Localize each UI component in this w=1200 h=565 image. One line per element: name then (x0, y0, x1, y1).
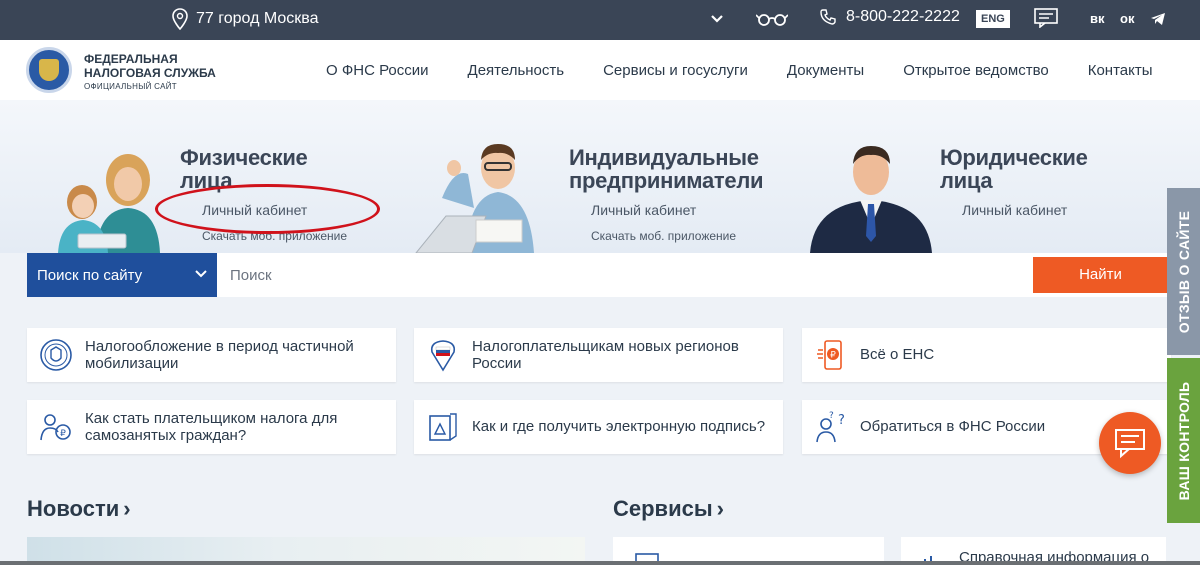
entrepreneurs-mobile-app-link[interactable]: Скачать моб. приложение (591, 229, 736, 243)
quick-link-text: Налогообложение в период частичной мобил… (85, 338, 354, 372)
region-selector[interactable]: 77 город Москва (172, 8, 318, 30)
category-title-line: предприниматели (569, 168, 764, 193)
language-switch[interactable]: ENG (976, 10, 1010, 28)
svg-text:₽: ₽ (830, 351, 836, 361)
nav-activity[interactable]: Деятельность (468, 62, 565, 79)
category-title-line: лица (940, 168, 993, 193)
telegram-icon[interactable] (1150, 12, 1166, 26)
quick-link-mobilization[interactable]: Налогообложение в период частичной мобил… (27, 328, 396, 382)
chevron-down-icon (195, 270, 207, 278)
quick-link-e-signature[interactable]: Как и где получить электронную подпись? (414, 400, 783, 454)
search-input[interactable] (230, 253, 1020, 297)
entrepreneurs-personal-account-link[interactable]: Личный кабинет (591, 202, 696, 218)
search-scope-select[interactable]: Поиск по сайту (27, 253, 217, 297)
ruble-phone-icon: ₽ (817, 340, 842, 370)
nav-open-agency[interactable]: Открытое ведомство (903, 62, 1049, 79)
control-tab-label: ВАШ КОНТРОЛЬ (1175, 381, 1192, 500)
quick-link-text: Как и где получить электронную подпись? (472, 418, 766, 435)
nav-contacts[interactable]: Контакты (1088, 62, 1153, 79)
entrepreneurs-photo (415, 144, 534, 253)
svg-text:?: ? (838, 413, 845, 428)
quick-link-text: Всё о ЕНС (860, 346, 935, 363)
legal-entities-photo (810, 146, 932, 253)
chat-widget-button[interactable] (1099, 412, 1161, 474)
search-button[interactable]: Найти (1033, 257, 1168, 293)
category-entrepreneurs-title[interactable]: Индивидуальные предприниматели (569, 145, 764, 193)
category-title-line: Юридические (940, 145, 1088, 170)
hotline-phone[interactable]: 8-800-222-2222 (820, 8, 960, 26)
nav-documents[interactable]: Документы (787, 62, 864, 79)
org-subtitle: ОФИЦИАЛЬНЫЙ САЙТ (84, 82, 177, 91)
site-header: ФЕДЕРАЛЬНАЯ НАЛОГОВАЯ СЛУЖБА ОФИЦИАЛЬНЫЙ… (0, 40, 1200, 100)
org-name-line2: НАЛОГОВАЯ СЛУЖБА (84, 66, 216, 80)
news-title-text: Новости (27, 496, 120, 521)
window-bottom-edge (0, 561, 1200, 565)
feedback-tab-label: ОТЗЫВ О САЙТЕ (1175, 210, 1192, 333)
location-pin-icon (172, 8, 188, 30)
red-highlight-ellipse (155, 184, 380, 234)
org-name-line1: ФЕДЕРАЛЬНАЯ (84, 52, 178, 66)
individuals-photo (58, 154, 160, 253)
chat-icon[interactable] (1034, 8, 1058, 28)
phone-number: 8-800-222-2222 (846, 8, 960, 25)
services-title-text: Сервисы (613, 496, 713, 521)
svg-text:₽: ₽ (60, 429, 66, 439)
chevron-right-icon: › (123, 496, 131, 521)
russia-map-pin-icon (430, 340, 456, 372)
news-section-title[interactable]: Новости › (27, 496, 131, 522)
chat-bubble-icon (1115, 429, 1145, 459)
quick-link-text: Налогоплательщикам новых регионов России (472, 338, 739, 372)
quick-link-text: Как стать плательщиком налога для самоза… (85, 410, 338, 444)
digital-signature-icon (429, 413, 457, 441)
quick-link-ens[interactable]: ₽ Всё о ЕНС (802, 328, 1171, 382)
services-section-title[interactable]: Сервисы › (613, 496, 724, 522)
fns-emblem-icon (40, 339, 72, 371)
org-name[interactable]: ФЕДЕРАЛЬНАЯ НАЛОГОВАЯ СЛУЖБА ОФИЦИАЛЬНЫЙ… (84, 52, 216, 94)
odnoklassniki-icon[interactable]: ок (1120, 11, 1134, 26)
feedback-side-tab[interactable]: ОТЗЫВ О САЙТЕ (1167, 188, 1200, 355)
region-label: 77 город Москва (196, 10, 319, 27)
control-side-tab[interactable]: ВАШ КОНТРОЛЬ (1167, 358, 1200, 523)
fns-emblem-logo[interactable] (26, 47, 72, 93)
accessibility-glasses-icon[interactable] (756, 12, 788, 26)
category-legal-entities-title[interactable]: Юридические лица (940, 146, 1088, 192)
category-title-line: Физические (180, 145, 308, 170)
vk-icon[interactable]: вк (1090, 11, 1105, 26)
chevron-right-icon: › (716, 496, 724, 521)
svg-text:?: ? (829, 411, 834, 421)
nav-services[interactable]: Сервисы и госуслуги (603, 62, 748, 79)
site-search: Поиск по сайту Найти (27, 253, 1170, 297)
self-employed-person-icon: ₽ (40, 414, 71, 441)
main-nav: О ФНС России Деятельность Сервисы и госу… (326, 62, 1153, 79)
quick-link-new-regions[interactable]: Налогоплательщикам новых регионов России (414, 328, 783, 382)
category-title-line: Индивидуальные (569, 145, 759, 170)
search-scope-label: Поиск по сайту (37, 267, 143, 284)
top-bar: 77 город Москва 8-800-222-2222 ENG вк ок (0, 0, 1200, 40)
quick-link-self-employed[interactable]: ₽ Как стать плательщиком налога для само… (27, 400, 396, 454)
phone-icon (820, 9, 836, 25)
question-person-icon: ?? (816, 411, 845, 443)
nav-about[interactable]: О ФНС России (326, 62, 429, 79)
legal-entities-personal-account-link[interactable]: Личный кабинет (962, 202, 1067, 218)
chevron-down-icon[interactable] (710, 12, 724, 26)
